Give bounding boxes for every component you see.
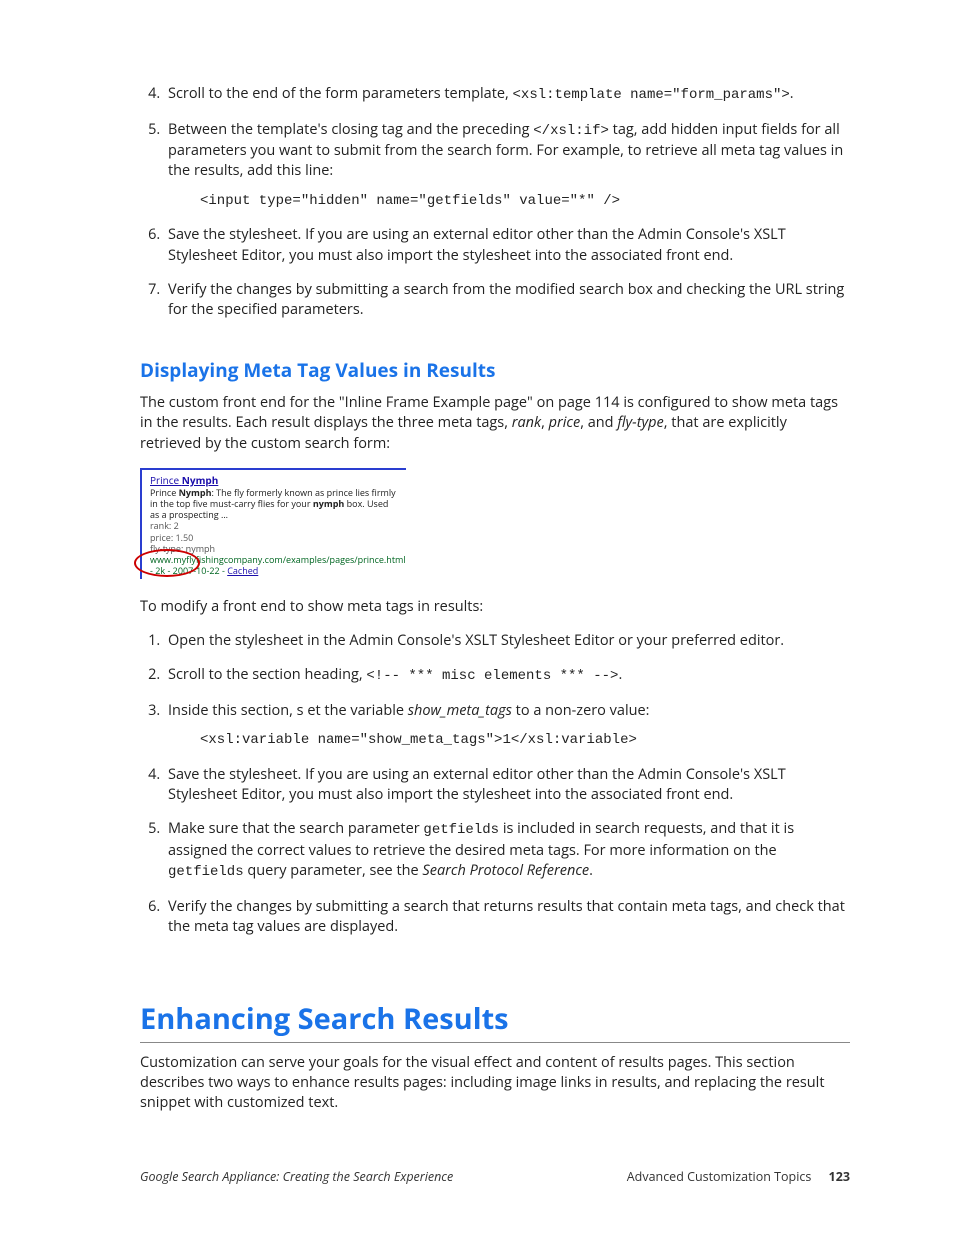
result-url-line: www.myflyfishingcompany.com/examples/pag… xyxy=(150,554,400,577)
meta-line: rank: 2 xyxy=(150,520,400,531)
footer-section: Advanced Customization Topics xyxy=(627,1168,812,1185)
text: Scroll to the end of the form parameters… xyxy=(168,84,513,103)
code-block: <xsl:variable name="show_meta_tags">1</x… xyxy=(200,731,850,751)
result-snippet: Prince Nymph: The fly formerly known as … xyxy=(150,487,400,521)
text: Verify the changes by submitting a searc… xyxy=(168,280,844,319)
list-item: Verify the changes by submitting a searc… xyxy=(164,280,850,321)
list-item: Save the stylesheet. If you are using an… xyxy=(164,225,850,266)
meta-name: rank xyxy=(512,413,541,432)
section-heading-enhancing: Enhancing Search Results xyxy=(140,999,850,1043)
list-item: Open the stylesheet in the Admin Console… xyxy=(164,631,850,651)
text: Verify the changes by submitting a searc… xyxy=(168,897,845,936)
text: Save the stylesheet. If you are using an… xyxy=(168,225,786,264)
cached-link: Cached xyxy=(227,564,258,577)
paragraph: The custom front end for the "Inline Fra… xyxy=(140,393,850,454)
footer-right: Advanced Customization Topics 123 xyxy=(627,1168,850,1186)
text: to a non-zero value: xyxy=(512,701,650,720)
list-item: Scroll to the section heading, <!-- *** … xyxy=(164,665,850,687)
search-result-figure: Prince Nymph Prince Nymph: The fly forme… xyxy=(140,468,406,579)
text: . xyxy=(618,665,622,684)
text-bold: nymph xyxy=(313,497,344,510)
subheading-meta-tags: Displaying Meta Tag Values in Results xyxy=(140,357,850,384)
text: Make sure that the search parameter xyxy=(168,819,423,838)
text: Scroll to the section heading, xyxy=(168,665,366,684)
text: Inside this section, s et the variable xyxy=(168,701,408,720)
footer-doc-title: Google Search Appliance: Creating the Se… xyxy=(140,1168,453,1186)
text: . xyxy=(790,84,794,103)
result-url: www.myflyfishingcompany.com/examples/pag… xyxy=(150,553,406,577)
ordered-list-a: Scroll to the end of the form parameters… xyxy=(140,84,850,321)
paragraph: To modify a front end to show meta tags … xyxy=(140,597,850,617)
text: query parameter, see the xyxy=(244,861,423,880)
paragraph: Customization can serve your goals for t… xyxy=(140,1053,850,1114)
page-footer: Google Search Appliance: Creating the Se… xyxy=(140,1168,850,1186)
inline-code: <xsl:template name="form_params"> xyxy=(513,87,790,103)
text: Save the stylesheet. If you are using an… xyxy=(168,765,786,804)
list-item: Verify the changes by submitting a searc… xyxy=(164,897,850,938)
text: . xyxy=(589,861,593,880)
inline-code: getfields xyxy=(168,864,244,880)
variable-name: show_meta_tags xyxy=(408,701,512,720)
ordered-list-b: Open the stylesheet in the Admin Console… xyxy=(140,631,850,937)
list-item: Scroll to the end of the form parameters… xyxy=(164,84,850,106)
inline-code: <!-- *** misc elements *** --> xyxy=(366,668,618,684)
page-number: 123 xyxy=(829,1168,850,1185)
inline-code: getfields xyxy=(423,822,499,838)
text: Open the stylesheet in the Admin Console… xyxy=(168,631,784,650)
document-page: Scroll to the end of the form parameters… xyxy=(0,0,954,1235)
text: , and xyxy=(580,413,617,432)
meta-name: price xyxy=(549,413,581,432)
code-block: <input type="hidden" name="getfields" va… xyxy=(200,192,850,212)
reference-title: Search Protocol Reference xyxy=(422,861,589,880)
inline-code: </xsl:if> xyxy=(533,123,609,139)
text: , xyxy=(541,413,549,432)
list-item: Make sure that the search parameter getf… xyxy=(164,819,850,882)
meta-name: fly-type xyxy=(617,413,663,432)
result-metas: rank: 2 price: 1.50 fly-type: nymph xyxy=(150,520,400,554)
list-item: Save the stylesheet. If you are using an… xyxy=(164,765,850,806)
text: Between the template's closing tag and t… xyxy=(168,120,533,139)
list-item: Between the template's closing tag and t… xyxy=(164,120,850,212)
list-item: Inside this section, s et the variable s… xyxy=(164,701,850,751)
